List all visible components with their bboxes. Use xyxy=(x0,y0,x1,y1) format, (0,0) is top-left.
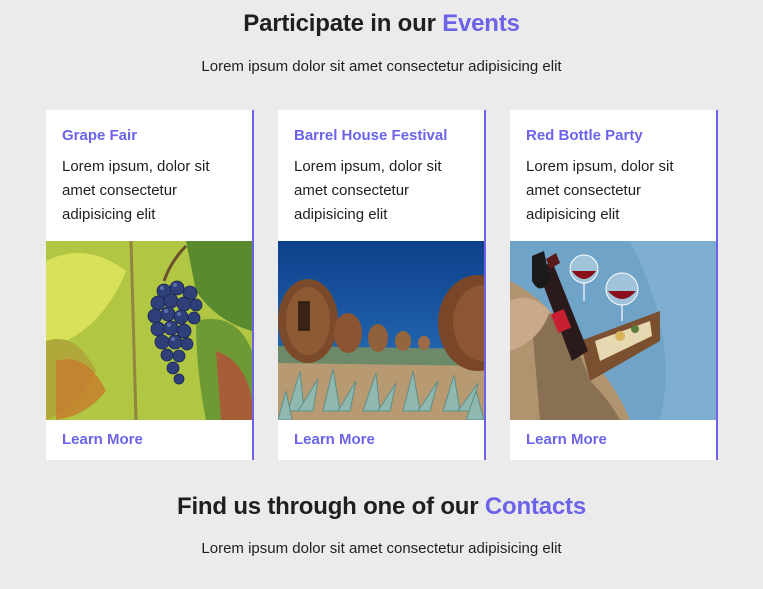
barrel-houses-image xyxy=(278,241,484,420)
event-cards: Grape Fair Lorem ipsum, dolor sit amet c… xyxy=(46,110,718,460)
event-card-title: Red Bottle Party xyxy=(526,127,643,144)
events-subtitle: Lorem ipsum dolor sit amet consectetur a… xyxy=(201,58,562,75)
learn-more-link[interactable]: Learn More xyxy=(526,431,607,449)
learn-more-link[interactable]: Learn More xyxy=(62,431,143,449)
learn-more-link[interactable]: Learn More xyxy=(294,431,375,449)
event-card-title: Barrel House Festival xyxy=(294,127,448,144)
contacts-title-accent: Contacts xyxy=(484,493,586,520)
event-card-barrel-house-festival: Barrel House Festival Lorem ipsum, dolor… xyxy=(278,110,486,460)
event-card-text: Lorem ipsum, dolor sit amet consectetur … xyxy=(62,158,210,223)
events-title-accent: Events xyxy=(442,10,520,37)
contacts-title-prefix: Find us through one of our xyxy=(177,493,485,520)
events-title-prefix: Participate in our xyxy=(243,10,443,37)
grapes-image xyxy=(46,241,252,420)
contacts-section-heading: Find us through one of our Contacts xyxy=(0,493,763,521)
event-card-title: Grape Fair xyxy=(62,127,138,144)
event-card-text: Lorem ipsum, dolor sit amet consectetur … xyxy=(294,158,442,223)
wine-picnic-photo xyxy=(510,241,716,420)
events-section-heading: Participate in our Events xyxy=(0,10,763,38)
event-card-red-bottle-party: Red Bottle Party Lorem ipsum, dolor sit … xyxy=(510,110,718,460)
barrel-houses-photo xyxy=(278,241,484,420)
wine-picnic-image xyxy=(510,241,716,420)
grapes-photo xyxy=(46,241,252,420)
contacts-subtitle: Lorem ipsum dolor sit amet consectetur a… xyxy=(201,540,562,557)
events-title: Participate in our Events xyxy=(0,10,763,38)
contacts-title: Find us through one of our Contacts xyxy=(0,493,763,521)
event-card-grape-fair: Grape Fair Lorem ipsum, dolor sit amet c… xyxy=(46,110,254,460)
event-card-text: Lorem ipsum, dolor sit amet consectetur … xyxy=(526,158,674,223)
